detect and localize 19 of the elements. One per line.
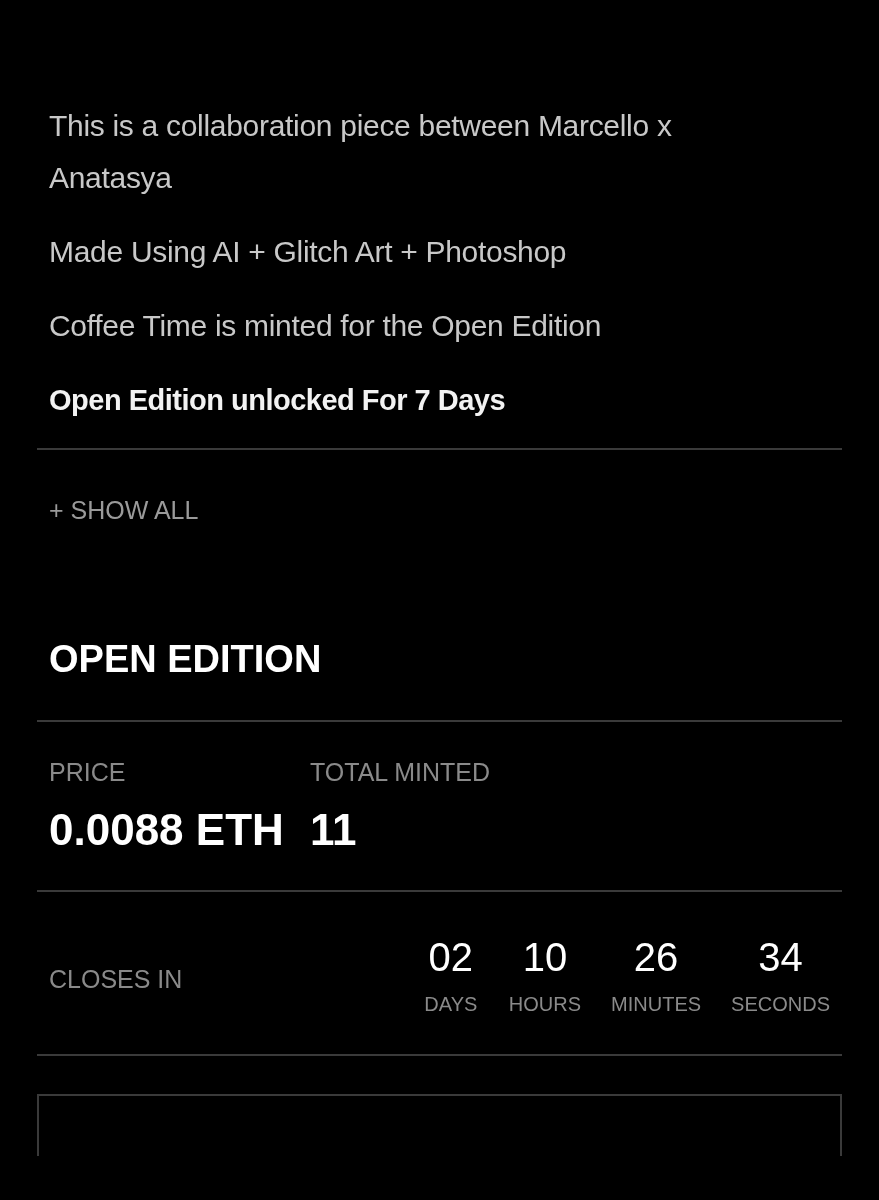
countdown-unit: DAYS <box>424 992 478 1017</box>
stat-value: 0.0088 ETH <box>49 804 285 856</box>
countdown-unit: SECONDS <box>731 992 830 1017</box>
description-text: Coffee Time is minted for the Open Edition <box>49 308 603 344</box>
stat-label: TOTAL MINTED <box>310 757 491 788</box>
stat-label: PRICE <box>49 757 127 788</box>
countdown-value: 02 <box>428 935 474 979</box>
countdown-value: 10 <box>522 935 568 979</box>
countdown-unit: MINUTES <box>611 992 702 1017</box>
stat-value: 11 <box>310 804 358 856</box>
description-text: Open Edition unlocked For 7 Days <box>49 383 507 418</box>
countdown-unit: HOURS <box>508 992 582 1017</box>
show-all-button[interactable]: + SHOW ALL <box>49 494 199 526</box>
countdown-value: 34 <box>758 935 803 979</box>
description-text: This is a collaboration piece between Marcello x Anatasya <box>49 108 673 196</box>
section-title: OPEN EDITION <box>48 637 323 682</box>
closes-label: CLOSES IN <box>49 963 183 994</box>
description-text: Made Using AI + Glitch Art + Photoshop <box>49 234 568 270</box>
countdown-value: 26 <box>633 935 679 979</box>
